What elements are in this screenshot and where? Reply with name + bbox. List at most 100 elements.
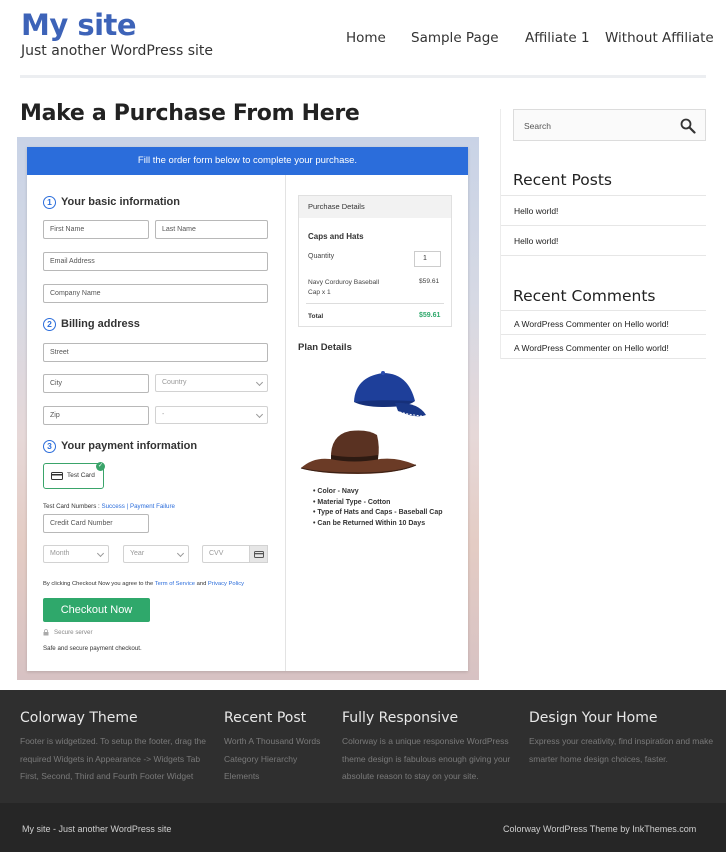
recent-comments-title: Recent Comments [513, 287, 656, 305]
footer-post-link[interactable]: Worth A Thousand Words [224, 733, 320, 751]
footer-col1-title: Colorway Theme [20, 710, 138, 726]
purchase-divider [306, 303, 444, 304]
footer-col3-title: Fully Responsive [342, 710, 459, 726]
sidebar-divider [501, 195, 706, 196]
item-price: $59.61 [419, 278, 440, 285]
test-card-numbers-label: Test Card Numbers : [43, 503, 100, 510]
purchase-details-header: Purchase Details [299, 196, 451, 218]
plan-feature: • Material Type - Cotton [313, 498, 391, 506]
form-column-divider [285, 175, 286, 671]
step-2-title: Billing address [61, 318, 140, 330]
country-select[interactable]: Country [155, 374, 268, 392]
test-card-label: Test Card [67, 472, 95, 479]
header-divider [20, 75, 706, 78]
plan-feature: • Can be Returned Within 10 Days [313, 519, 426, 527]
cvv-field-placeholder: CVV [209, 550, 224, 557]
sidebar-divider [501, 358, 706, 359]
footer-post-link[interactable]: Category Hierarchy [224, 751, 320, 769]
sidebar-divider [501, 310, 706, 311]
card-number-field[interactable]: Credit Card Number [43, 514, 149, 533]
footer-col2-links: Worth A Thousand Words Category Hierarch… [224, 733, 320, 786]
last-name-field[interactable]: Last Name [155, 220, 268, 239]
quantity-input[interactable]: 1 [414, 251, 441, 267]
step-2-badge: 2 [43, 318, 56, 331]
payment-failure-link[interactable]: Payment Failure [130, 503, 175, 510]
step-1-title: Your basic information [61, 196, 180, 208]
nav-affiliate-1[interactable]: Affiliate 1 [525, 30, 590, 46]
footer-col2-title: Recent Post [224, 710, 307, 726]
sidebar-border [500, 109, 501, 359]
link-separator: | [126, 503, 129, 510]
secure-server-text: Secure server [54, 629, 93, 636]
sidebar-divider [501, 255, 706, 256]
search-icon[interactable] [680, 118, 696, 134]
terms-of-service-link[interactable]: Term of Service [155, 581, 195, 587]
recent-post-link[interactable]: Hello world! [514, 206, 558, 216]
footer-col4-text: Express your creativity, find inspiratio… [529, 736, 714, 764]
street-field[interactable]: Street [43, 343, 268, 362]
terms-text: By clicking Checkout Now you agree to th… [43, 581, 244, 587]
state-select-value: - [162, 411, 165, 418]
month-select[interactable]: Month [43, 545, 109, 563]
footer-site-credit[interactable]: My site - Just another WordPress site [22, 824, 171, 834]
site-tagline: Just another WordPress site [21, 43, 214, 59]
chevron-down-icon [176, 549, 185, 558]
zip-field[interactable]: Zip [43, 406, 149, 425]
year-select[interactable]: Year [123, 545, 189, 563]
checkout-now-button[interactable]: Checkout Now [43, 598, 150, 622]
test-card-option[interactable]: Test Card [43, 463, 104, 489]
item-name: Navy Corduroy Baseball Cap x 1 [308, 279, 380, 296]
footer-theme-credit[interactable]: Colorway WordPress Theme by InkThemes.co… [503, 824, 696, 834]
caps-and-hats-image [300, 371, 426, 474]
plan-feature: • Color - Navy [313, 488, 359, 495]
plan-feature: • Type of Hats and Caps - Baseball Cap [313, 509, 443, 516]
terms-and: and [196, 581, 207, 587]
safe-checkout-text: Safe and secure payment checkout. [43, 645, 142, 652]
search-input[interactable]: Search [513, 109, 706, 141]
test-card-numbers: Test Card Numbers : Success | Payment Fa… [43, 503, 175, 510]
plan-features-list: • Color - Navy • Material Type - Cotton … [313, 487, 443, 529]
comment-on: on [612, 343, 623, 353]
card-cvv-icon [249, 545, 268, 563]
privacy-policy-link[interactable]: Privacy Policy [208, 581, 244, 587]
check-icon: ✓ [96, 462, 105, 471]
recent-comment: A WordPress Commenter on Hello world! [514, 343, 669, 353]
footer-col4-title: Design Your Home [529, 710, 658, 726]
email-field[interactable]: Email Address [43, 252, 268, 271]
comment-author-link[interactable]: A WordPress Commenter [514, 343, 610, 353]
chevron-down-icon [255, 378, 264, 387]
nav-without-affiliate[interactable]: Without Affiliate [605, 30, 714, 46]
plan-details-title: Plan Details [298, 342, 352, 353]
credit-card-icon [51, 472, 63, 480]
comment-post-link[interactable]: Hello world! [624, 343, 668, 353]
recent-posts-title: Recent Posts [513, 171, 613, 189]
chevron-down-icon [255, 410, 264, 419]
comment-on: on [612, 319, 623, 329]
state-select[interactable]: - [155, 406, 268, 424]
comment-author-link[interactable]: A WordPress Commenter [514, 319, 610, 329]
month-select-value: Month [50, 550, 70, 557]
total-value: $59.61 [419, 312, 441, 319]
step-1-badge: 1 [43, 196, 56, 209]
success-link[interactable]: Success [101, 503, 124, 510]
nav-home[interactable]: Home [346, 30, 386, 46]
country-select-value: Country [162, 379, 187, 386]
site-title[interactable]: My site [21, 8, 137, 42]
footer-post-link[interactable]: Elements [224, 768, 320, 786]
city-field[interactable]: City [43, 374, 149, 393]
total-label: Total [308, 313, 324, 320]
recent-comment: A WordPress Commenter on Hello world! [514, 319, 669, 329]
step-3-title: Your payment information [61, 440, 198, 452]
first-name-field[interactable]: First Name [43, 220, 149, 239]
step-3-badge: 3 [43, 440, 56, 453]
comment-post-link[interactable]: Hello world! [624, 319, 668, 329]
nav-sample-page[interactable]: Sample Page [411, 30, 499, 46]
recent-post-link[interactable]: Hello world! [514, 236, 558, 246]
company-field[interactable]: Company Name [43, 284, 268, 303]
lock-icon [43, 629, 49, 636]
year-select-value: Year [130, 550, 145, 557]
chevron-down-icon [96, 549, 105, 558]
terms-prefix: By clicking Checkout Now you agree to th… [43, 581, 154, 587]
form-banner: Fill the order form below to complete yo… [27, 147, 468, 175]
footer-col1-text: Footer is widgetized. To setup the foote… [20, 736, 207, 781]
